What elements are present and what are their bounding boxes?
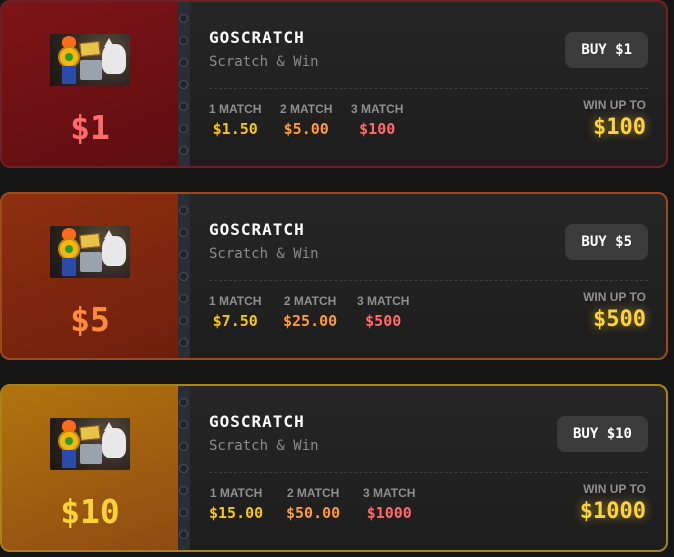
divider (209, 280, 648, 281)
match-value: $15.00 (209, 504, 264, 522)
perforation-hole (179, 80, 188, 89)
match-label: 1 MATCH (209, 102, 262, 116)
perforation-hole (179, 398, 188, 407)
ticket-artwork-image (50, 418, 130, 470)
match-value: $1.50 (212, 120, 258, 138)
win-up-to-label: WIN UP TO (583, 98, 646, 112)
ticket-subtitle: Scratch & Win (209, 246, 319, 262)
perforation-hole (179, 102, 188, 111)
prize-3-match: 3 MATCH $1000 (363, 486, 415, 522)
perforation-hole (179, 530, 188, 539)
perforation-hole (179, 36, 188, 45)
ticket-stub: $5 (2, 194, 178, 358)
prize-1-match: 1 MATCH $15.00 (209, 486, 263, 522)
prize-2-match: 2 MATCH $25.00 (283, 294, 337, 330)
divider (209, 88, 648, 89)
ticket-artwork-image (50, 34, 130, 86)
perforation-hole (179, 464, 188, 473)
perforation-hole (179, 146, 188, 155)
ticket-title: GOSCRATCH (209, 220, 305, 239)
prize-2-match: 2 MATCH $50.00 (286, 486, 340, 522)
match-label: 3 MATCH (357, 294, 410, 308)
match-value: $500 (365, 312, 402, 330)
match-label: 2 MATCH (286, 486, 340, 500)
ticket-stub: $10 (2, 386, 178, 550)
perforation-hole (179, 420, 188, 429)
ticket-subtitle: Scratch & Win (209, 54, 319, 70)
perforation-hole (179, 228, 188, 237)
ticket-title: GOSCRATCH (209, 412, 305, 431)
ticket-artwork-image (50, 226, 130, 278)
win-up-to-value: $500 (593, 307, 646, 332)
perforation-hole (179, 58, 188, 67)
match-label: 3 MATCH (351, 102, 404, 116)
match-label: 2 MATCH (280, 102, 333, 116)
buy-button[interactable]: BUY $10 (556, 416, 648, 452)
buy-button[interactable]: BUY $1 (565, 32, 648, 68)
ticket-price: $1 (70, 108, 110, 147)
ticket-subtitle: Scratch & Win (209, 438, 319, 454)
perforation-hole (179, 316, 188, 325)
prize-2-match: 2 MATCH $5.00 (280, 102, 332, 138)
match-label: 1 MATCH (209, 486, 263, 500)
perforation-hole (179, 338, 188, 347)
win-up-to-value: $100 (593, 115, 646, 140)
perforation-hole (179, 124, 188, 133)
perforation (178, 194, 190, 358)
match-value: $1000 (366, 504, 412, 522)
perforation-hole (179, 442, 188, 451)
perforation-hole (179, 206, 188, 215)
perforation-hole (179, 486, 188, 495)
win-up-to-label: WIN UP TO (583, 482, 646, 496)
ticket-title: GOSCRATCH (209, 28, 305, 47)
ticket-stub: $1 (2, 2, 178, 166)
prize-1-match: 1 MATCH $7.50 (209, 294, 261, 330)
buy-button[interactable]: BUY $5 (565, 224, 648, 260)
perforation (178, 2, 190, 166)
scratch-ticket-10: $10 GOSCRATCH Scratch & Win BUY $10 1 MA… (0, 384, 668, 552)
win-up-to-value: $1000 (579, 499, 646, 524)
prize-1-match: 1 MATCH $1.50 (209, 102, 261, 138)
perforation-hole (179, 272, 188, 281)
prize-3-match: 3 MATCH $500 (357, 294, 409, 330)
match-value: $100 (359, 120, 396, 138)
perforation-hole (179, 508, 188, 517)
win-up-to-label: WIN UP TO (583, 290, 646, 304)
perforation (178, 386, 190, 550)
match-label: 1 MATCH (209, 294, 262, 308)
match-value: $5.00 (283, 120, 329, 138)
ticket-price: $10 (60, 492, 120, 531)
scratch-ticket-5: $5 GOSCRATCH Scratch & Win BUY $5 1 MATC… (0, 192, 668, 360)
match-value: $50.00 (286, 504, 341, 522)
divider (209, 472, 648, 473)
match-value: $25.00 (283, 312, 338, 330)
match-label: 2 MATCH (283, 294, 337, 308)
match-label: 3 MATCH (363, 486, 416, 500)
scratch-ticket-1: $1 GOSCRATCH Scratch & Win BUY $1 1 MATC… (0, 0, 668, 168)
prize-3-match: 3 MATCH $100 (351, 102, 403, 138)
match-value: $7.50 (212, 312, 258, 330)
perforation-hole (179, 14, 188, 23)
perforation-hole (179, 250, 188, 259)
ticket-price: $5 (70, 300, 110, 339)
perforation-hole (179, 294, 188, 303)
